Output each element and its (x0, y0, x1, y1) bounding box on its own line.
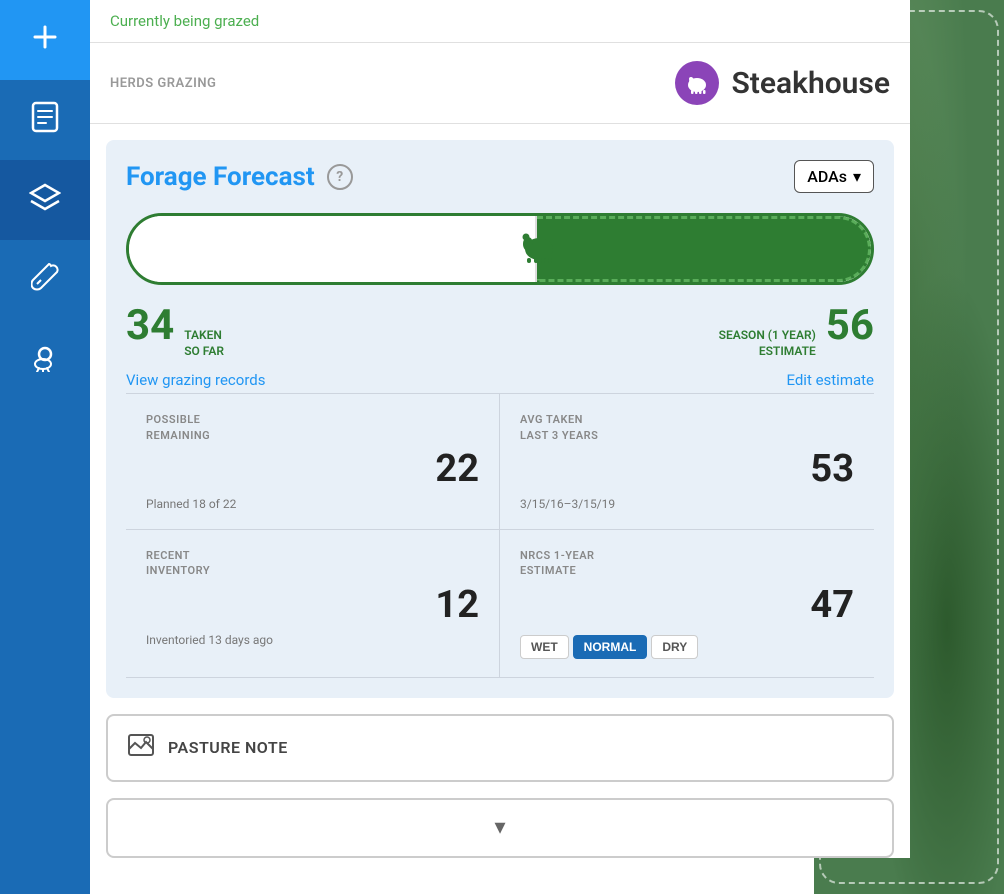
adas-label: ADAs (807, 167, 847, 186)
help-button[interactable]: ? (327, 164, 353, 190)
main-content: Currently being grazed HERDS GRAZING (90, 0, 1004, 894)
sidebar-item-weather[interactable] (0, 320, 90, 400)
forage-links-row: View grazing records Edit estimate (126, 371, 874, 389)
cow-progress-icon (515, 227, 559, 271)
currently-grazing-text: Currently being grazed (110, 12, 259, 30)
season-estimate-stat: SEASON (1 YEAR) ESTIMATE 56 (719, 301, 874, 359)
pasture-note-label: PASTURE NOTE (168, 738, 288, 757)
taken-so-far-label: TAKEN SO FAR (184, 328, 224, 359)
recent-inventory-value-row: 12 (146, 583, 479, 627)
chevron-down-icon: ▾ (494, 815, 505, 840)
season-estimate-label: SEASON (1 YEAR) ESTIMATE (719, 328, 816, 359)
nrcs-wet-button[interactable]: WET (520, 635, 569, 659)
sidebar (0, 0, 90, 894)
recent-inventory-label: RECENT INVENTORY (146, 548, 479, 579)
recent-inventory-cell: RECENT INVENTORY 12 Inventoried 13 days … (126, 530, 500, 678)
sidebar-item-document[interactable] (0, 80, 90, 160)
herd-name-group: Steakhouse (675, 61, 890, 105)
sidebar-item-add[interactable] (0, 0, 90, 80)
possible-remaining-value-row: 22 (146, 447, 479, 491)
nrcs-buttons-group: WET NORMAL DRY (520, 635, 854, 659)
add-icon (29, 21, 61, 60)
herds-grazing-row: HERDS GRAZING Steakhouse (90, 43, 910, 124)
nrcs-normal-button[interactable]: NORMAL (573, 635, 648, 659)
pasture-note-icon (128, 734, 154, 762)
forage-progress-bar (126, 213, 874, 285)
weather-icon (29, 342, 61, 379)
avg-taken-value: 53 (810, 447, 854, 491)
nrcs-value: 47 (810, 583, 854, 627)
metric-grid: POSSIBLE REMAINING 22 Planned 18 of 22 A… (126, 393, 874, 678)
forage-forecast-title: Forage Forecast (126, 162, 315, 192)
avg-taken-cell: AVG TAKEN LAST 3 YEARS 53 3/15/16–3/15/1… (500, 394, 874, 530)
nrcs-value-row: 47 (520, 583, 854, 627)
document-icon (31, 101, 59, 140)
avg-taken-value-row: 53 (520, 447, 854, 491)
avg-taken-label: AVG TAKEN LAST 3 YEARS (520, 412, 854, 443)
pasture-note-button[interactable]: PASTURE NOTE (106, 714, 894, 782)
content-panel: Currently being grazed HERDS GRAZING (90, 0, 910, 858)
nrcs-cell: NRCS 1-YEAR ESTIMATE 47 WET NORMAL DRY (500, 530, 874, 678)
nrcs-label: NRCS 1-YEAR ESTIMATE (520, 548, 854, 579)
herd-icon (675, 61, 719, 105)
bottom-expand-section[interactable]: ▾ (106, 798, 894, 858)
progress-remaining (537, 216, 871, 282)
sidebar-item-tools[interactable] (0, 240, 90, 320)
chevron-down-icon: ▾ (853, 167, 861, 186)
herds-grazing-label: HERDS GRAZING (110, 76, 216, 91)
possible-remaining-value: 22 (435, 447, 479, 491)
possible-remaining-sub: Planned 18 of 22 (146, 497, 479, 511)
taken-so-far-stat: 34 TAKEN SO FAR (126, 301, 224, 359)
taken-so-far-value: 34 (126, 301, 174, 350)
avg-taken-sub: 3/15/16–3/15/19 (520, 497, 854, 511)
adas-dropdown[interactable]: ADAs ▾ (794, 160, 874, 193)
season-estimate-value: 56 (826, 301, 874, 350)
progress-fill (129, 216, 389, 282)
currently-grazing-header: Currently being grazed (90, 0, 910, 43)
sidebar-item-layers[interactable] (0, 160, 90, 240)
possible-remaining-cell: POSSIBLE REMAINING 22 Planned 18 of 22 (126, 394, 500, 530)
progress-track (126, 213, 874, 285)
recent-inventory-sub: Inventoried 13 days ago (146, 633, 479, 647)
possible-remaining-label: POSSIBLE REMAINING (146, 412, 479, 443)
layers-icon (29, 183, 61, 218)
herd-name: Steakhouse (731, 66, 890, 101)
forage-stats-row: 34 TAKEN SO FAR SEASON (1 YEAR) ESTIMATE… (126, 301, 874, 359)
forage-forecast-header: Forage Forecast ? ADAs ▾ (126, 160, 874, 193)
nrcs-dry-button[interactable]: DRY (651, 635, 698, 659)
wrench-icon (31, 262, 59, 299)
edit-estimate-link[interactable]: Edit estimate (786, 371, 874, 389)
forage-forecast-section: Forage Forecast ? ADAs ▾ (106, 140, 894, 698)
recent-inventory-value: 12 (435, 583, 479, 627)
view-grazing-records-link[interactable]: View grazing records (126, 371, 265, 389)
forage-title-group: Forage Forecast ? (126, 162, 353, 192)
